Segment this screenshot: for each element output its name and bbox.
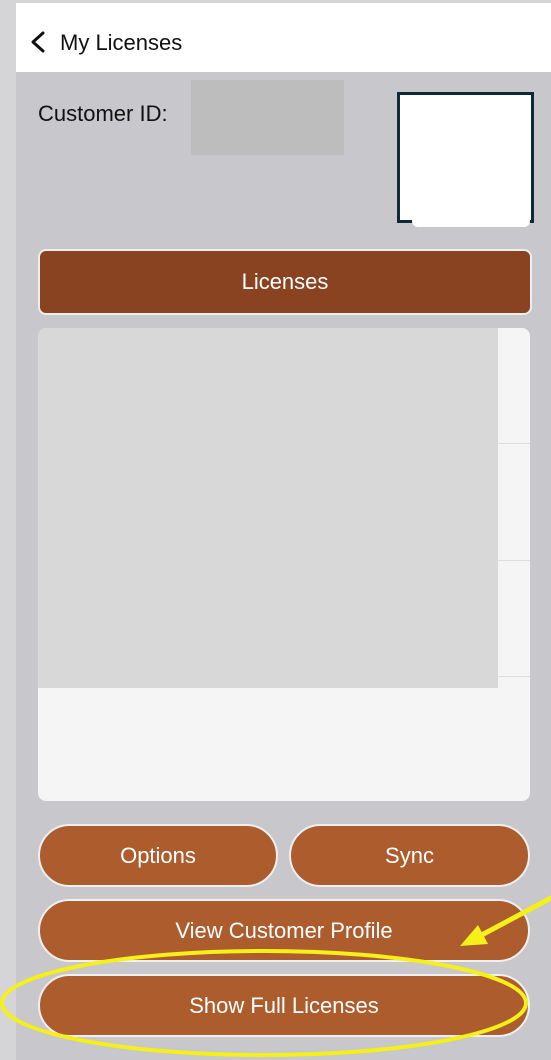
show-full-licenses-button[interactable]: Show Full Licenses [38,974,530,1037]
page-title: My Licenses [60,30,183,55]
customer-id-label: Customer ID: [38,101,168,126]
redacted-license-rows [38,328,498,688]
sync-button[interactable]: Sync [289,824,530,887]
licenses-list[interactable] [38,328,530,801]
navigation-bar: My Licenses [16,3,551,72]
customer-photo-base [412,219,530,227]
licenses-header: Licenses [38,249,532,315]
customer-id-value [191,80,344,155]
chevron-left-icon[interactable] [30,31,46,53]
customer-photo [397,92,534,223]
view-customer-profile-button[interactable]: View Customer Profile [38,899,530,962]
options-button[interactable]: Options [38,824,278,887]
app-screen: My Licenses Customer ID: Licenses Option… [16,3,551,1060]
